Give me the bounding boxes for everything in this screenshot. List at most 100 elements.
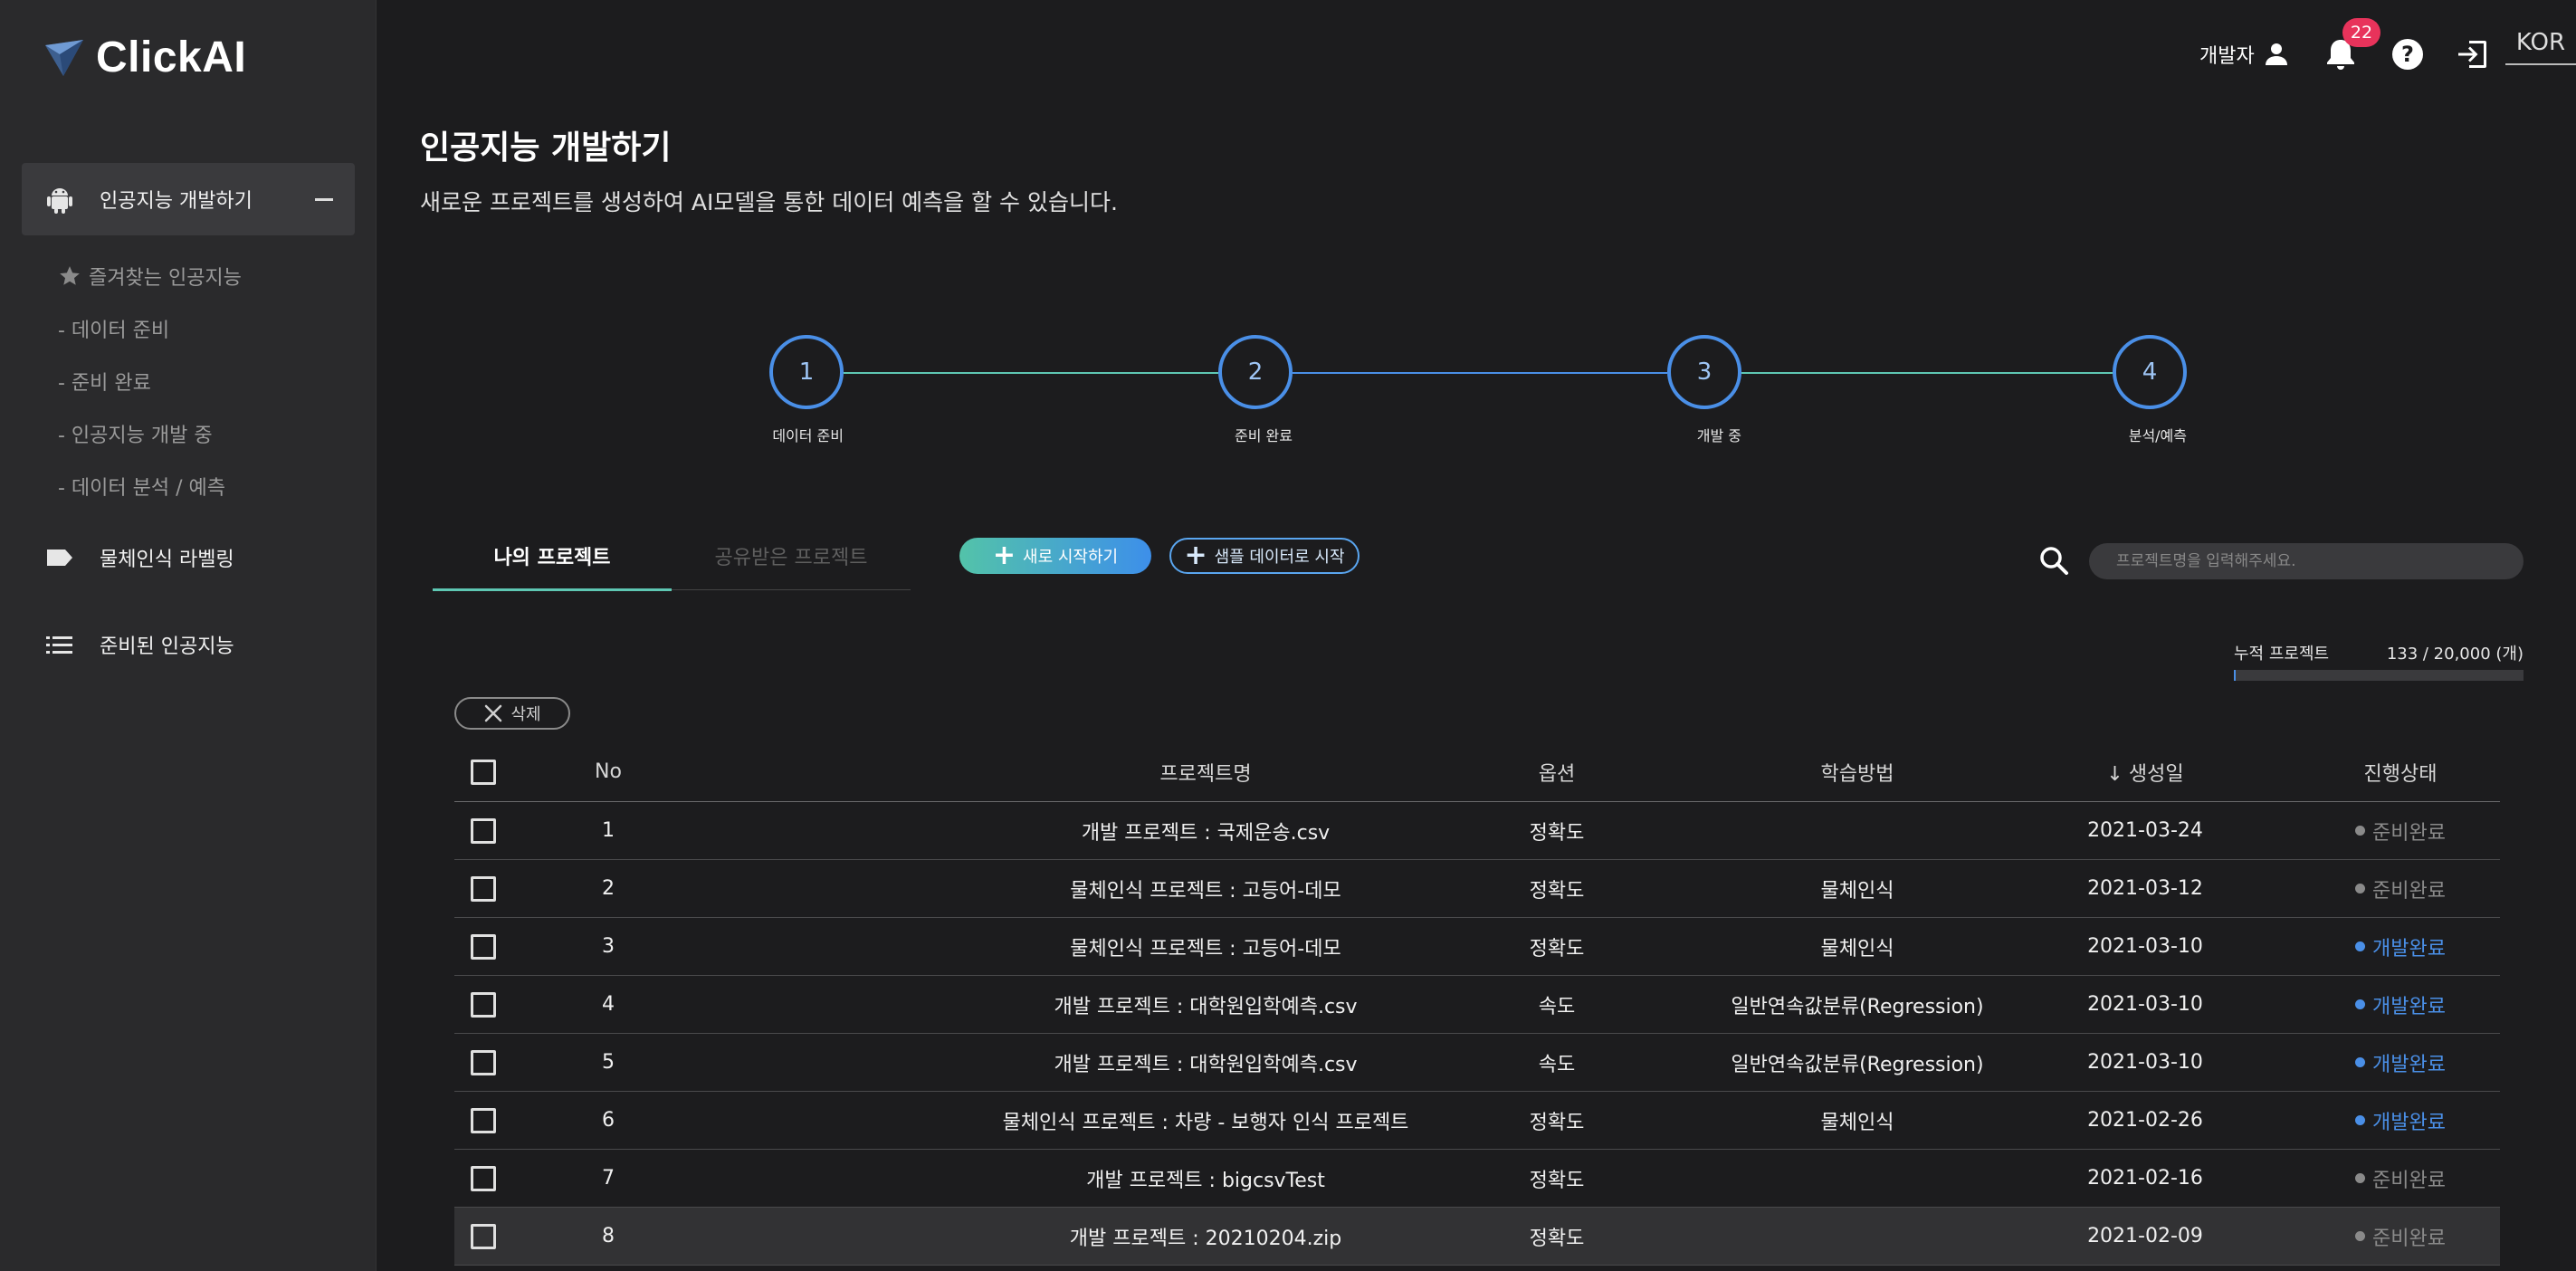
header-created[interactable]: ↓ 생성일 [2055, 758, 2236, 787]
cell-status: 준비완료 [2301, 817, 2500, 846]
new-project-button[interactable]: + 새로 시작하기 [959, 538, 1151, 574]
tab-my-projects[interactable]: 나의 프로젝트 [433, 541, 672, 570]
step-4[interactable]: 4 분석/예측 [2113, 335, 2187, 445]
header-name[interactable]: 프로젝트명 [889, 758, 1522, 787]
row-checkbox[interactable] [471, 933, 496, 960]
header-status[interactable]: 진행상태 [2301, 758, 2500, 787]
cumulative-progress-bar [2234, 670, 2524, 681]
status-badge: 개발완료 [2355, 990, 2446, 1019]
star-icon [60, 266, 80, 285]
step-connector [1741, 372, 2113, 374]
status-dot [2355, 826, 2366, 836]
step-1[interactable]: 1 데이터 준비 [769, 335, 844, 445]
sidebar-subitem-label: 즐겨찾는 인공지능 [89, 267, 242, 290]
sample-data-button[interactable]: + 샘플 데이터로 시작 [1169, 538, 1360, 574]
user-label: 개발자 [2199, 45, 2255, 68]
sidebar-item-ai-development[interactable]: 인공지능 개발하기 [22, 163, 355, 235]
search-input[interactable] [2089, 543, 2524, 579]
cell-created: 2021-03-10 [2087, 935, 2203, 958]
language-selector[interactable]: KOR [2505, 29, 2576, 65]
step-number: 1 [769, 335, 844, 409]
sidebar-subitem-label: - 준비 완료 [58, 372, 151, 395]
status-badge: 준비완료 [2355, 817, 2446, 846]
sidebar-subitem-favorites[interactable]: 즐겨찾는 인공지능 [58, 250, 242, 302]
sidebar-item-labeling[interactable]: 물체인식 라벨링 [43, 541, 234, 574]
row-checkbox[interactable] [471, 1107, 496, 1133]
sidebar-subitem-prep-done[interactable]: - 준비 완료 [58, 355, 242, 407]
header-no[interactable]: No [545, 760, 672, 783]
row-check-cell [471, 1107, 498, 1133]
step-number: 4 [2113, 335, 2187, 409]
cell-name[interactable]: 개발 프로젝트 : 대학원입학예측.csv [889, 1048, 1522, 1077]
logout-icon[interactable] [2455, 36, 2491, 72]
cell-option: 정확도 [1529, 1169, 1585, 1192]
header-method[interactable]: 학습방법 [1676, 758, 2038, 787]
cell-option: 속도 [1538, 995, 1576, 1018]
step-label: 준비 완료 [1235, 427, 1293, 444]
row-check-cell [471, 875, 498, 902]
cell-name[interactable]: 개발 프로젝트 : bigcsvTest [889, 1164, 1522, 1193]
select-all-checkbox[interactable] [471, 759, 496, 785]
row-checkbox[interactable] [471, 817, 496, 844]
table-row[interactable]: 1 개발 프로젝트 : 국제운송.csv 정확도 2021-03-24 준비완료 [454, 802, 2500, 860]
cell-name[interactable]: 물체인식 프로젝트 : 고등어-데모 [889, 874, 1522, 903]
step-number: 3 [1667, 335, 1741, 409]
tab-shared-projects[interactable]: 공유받은 프로젝트 [672, 541, 911, 570]
cell-status: 개발완료 [2301, 932, 2500, 961]
row-check-cell [471, 1049, 498, 1075]
status-text: 개발완료 [2372, 1053, 2446, 1076]
status-text: 준비완료 [2372, 879, 2446, 903]
sidebar-item-label: 물체인식 라벨링 [100, 549, 234, 571]
sample-data-label: 샘플 데이터로 시작 [1214, 548, 1345, 567]
cell-name[interactable]: 물체인식 프로젝트 : 차량 - 보행자 인식 프로젝트 [889, 1106, 1522, 1135]
delete-button[interactable]: 삭제 [454, 697, 570, 730]
delete-label: 삭제 [510, 705, 541, 724]
sidebar-item-prepared-ai[interactable]: 준비된 인공지능 [43, 628, 234, 661]
sidebar-subnav: 즐겨찾는 인공지능 - 데이터 준비 - 준비 완료 - 인공지능 개발 중 -… [58, 250, 242, 512]
cell-status: 개발완료 [2301, 1106, 2500, 1135]
cell-method: 물체인식 [1820, 879, 1894, 903]
step-3[interactable]: 3 개발 중 [1667, 335, 1741, 445]
cell-no: 8 [602, 1225, 615, 1247]
user-menu[interactable]: 개발자 [2199, 40, 2291, 69]
cell-name[interactable]: 개발 프로젝트 : 20210204.zip [889, 1222, 1522, 1251]
cell-name[interactable]: 개발 프로젝트 : 대학원입학예측.csv [889, 990, 1522, 1019]
cell-name[interactable]: 물체인식 프로젝트 : 고등어-데모 [889, 932, 1522, 961]
row-checkbox[interactable] [471, 1049, 496, 1075]
cell-option: 정확도 [1529, 821, 1585, 845]
logo[interactable]: ClickAI [43, 33, 246, 82]
row-check-cell [471, 1165, 498, 1191]
cell-no: 1 [602, 819, 615, 842]
sidebar-subitem-data-prep[interactable]: - 데이터 준비 [58, 302, 242, 355]
sidebar-subitem-developing[interactable]: - 인공지능 개발 중 [58, 407, 242, 460]
table-row[interactable]: 6 물체인식 프로젝트 : 차량 - 보행자 인식 프로젝트 정확도 물체인식 2021… [454, 1092, 2500, 1150]
row-checkbox[interactable] [471, 991, 496, 1018]
row-checkbox[interactable] [471, 1223, 496, 1249]
collapse-icon[interactable] [315, 197, 333, 201]
header-option[interactable]: 옵션 [1466, 758, 1647, 787]
table-row[interactable]: 7 개발 프로젝트 : bigcsvTest 정확도 2021-02-16 준비완료 [454, 1150, 2500, 1208]
step-label: 개발 중 [1696, 427, 1741, 444]
cell-no: 6 [602, 1109, 615, 1132]
sidebar-subitem-analysis[interactable]: - 데이터 분석 / 예측 [58, 460, 242, 512]
table-row[interactable]: 8 개발 프로젝트 : 20210204.zip 정확도 2021-02-09 준비완료 [454, 1208, 2500, 1266]
page-title: 인공지능 개발하기 [420, 129, 672, 167]
sidebar: ClickAI 인공지능 개발하기 즐겨찾는 인공지능 - 데이터 준비 - 준… [0, 0, 377, 1271]
table-row[interactable]: 3 물체인식 프로젝트 : 고등어-데모 정확도 물체인식 2021-03-10 개발완료 [454, 918, 2500, 976]
cell-name[interactable]: 개발 프로젝트 : 국제운송.csv [889, 817, 1522, 846]
notification-badge: 22 [2342, 18, 2380, 47]
table-row[interactable]: 4 개발 프로젝트 : 대학원입학예측.csv 속도 일반연속값분류(Regressi… [454, 976, 2500, 1034]
step-2[interactable]: 2 준비 완료 [1218, 335, 1293, 445]
cell-created: 2021-03-10 [2087, 1051, 2203, 1074]
table-row[interactable]: 5 개발 프로젝트 : 대학원입학예측.csv 속도 일반연속값분류(Regressi… [454, 1034, 2500, 1092]
status-badge: 개발완료 [2355, 1106, 2446, 1135]
row-checkbox[interactable] [471, 1165, 496, 1191]
list-icon [46, 636, 72, 654]
row-checkbox[interactable] [471, 875, 496, 902]
search-icon[interactable] [2038, 545, 2069, 576]
help-icon[interactable]: ? [2390, 36, 2426, 72]
step-label: 분석/예측 [2128, 427, 2187, 444]
android-icon [47, 188, 72, 214]
status-dot [2355, 1173, 2366, 1183]
table-row[interactable]: 2 물체인식 프로젝트 : 고등어-데모 정확도 물체인식 2021-03-12 준비완료 [454, 860, 2500, 918]
